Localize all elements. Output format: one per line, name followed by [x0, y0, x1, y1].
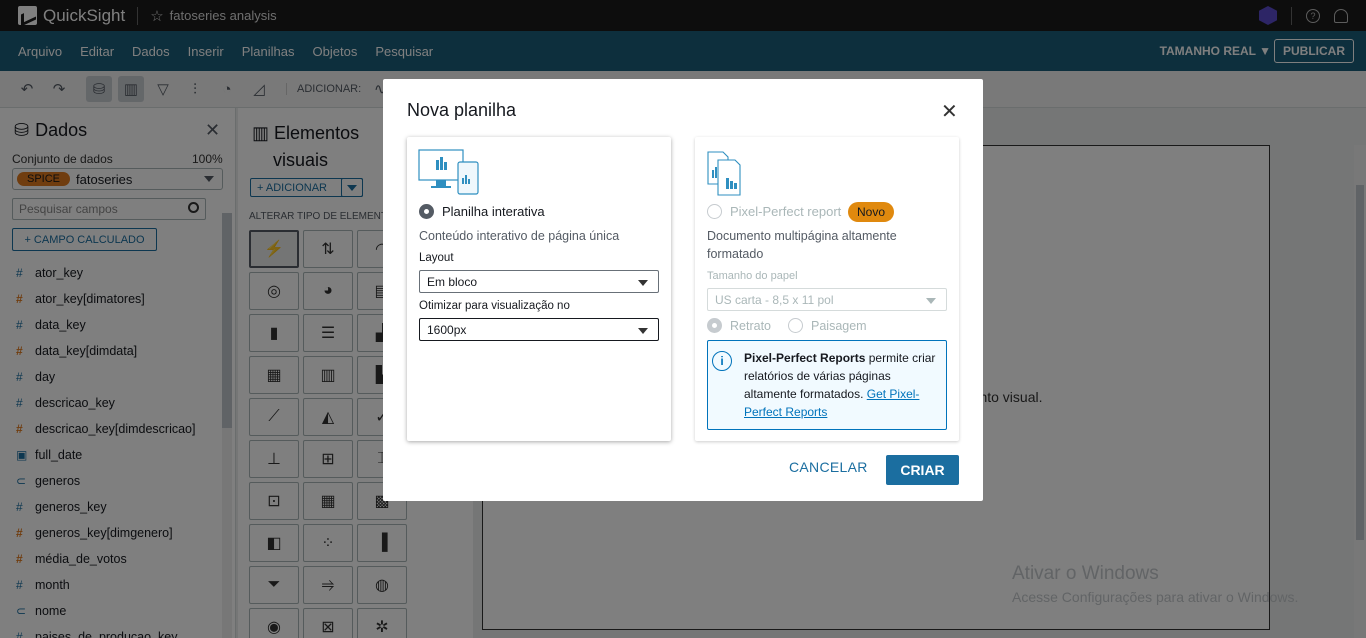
chevron-down-icon: [638, 328, 648, 334]
optimize-value: 1600px: [427, 323, 467, 337]
pixel-perfect-card[interactable]: Pixel-Perfect report Novo Documento mult…: [695, 137, 959, 441]
paper-size-select[interactable]: US carta - 8,5 x 11 pol: [707, 288, 947, 311]
interactive-sheet-radio[interactable]: Planilha interativa: [419, 204, 545, 219]
interactive-sheet-card[interactable]: Planilha interativa Conteúdo interativo …: [407, 137, 671, 441]
info-alert: i Pixel-Perfect Reports permite criar re…: [707, 340, 947, 430]
chevron-down-icon: [926, 298, 936, 304]
radio-selected-icon: [707, 318, 722, 333]
dialog-title: Nova planilha: [407, 100, 517, 120]
info-bold: Pixel-Perfect Reports: [744, 351, 866, 365]
new-badge: Novo: [848, 202, 895, 222]
radio-unselected-icon: [788, 318, 803, 333]
layout-value: Em bloco: [427, 275, 478, 289]
cancel-button[interactable]: CANCELAR: [789, 459, 868, 475]
portrait-label: Retrato: [730, 318, 771, 333]
interactive-sheet-desc: Conteúdo interativo de página única: [419, 229, 620, 243]
portrait-radio[interactable]: Retrato: [707, 318, 771, 333]
info-text: Pixel-Perfect Reports permite criar rela…: [744, 349, 939, 421]
chevron-down-icon: [638, 280, 648, 286]
pixel-perfect-radio[interactable]: Pixel-Perfect report: [707, 204, 841, 219]
info-icon: i: [712, 351, 732, 371]
pixel-perfect-desc: Documento multipágina altamente formatad…: [707, 229, 897, 261]
optimize-select[interactable]: 1600px: [419, 318, 659, 341]
layout-label: Layout: [419, 252, 454, 264]
radio-selected-icon: [419, 204, 434, 219]
pixel-perfect-illustration-icon: [707, 151, 741, 196]
close-icon[interactable]: ✕: [941, 99, 958, 124]
layout-select[interactable]: Em bloco: [419, 270, 659, 293]
interactive-sheet-title: Planilha interativa: [442, 204, 545, 219]
landscape-label: Paisagem: [811, 318, 867, 333]
optimize-label: Otimizar para visualização no: [419, 300, 570, 312]
pixel-perfect-title: Pixel-Perfect report: [730, 204, 842, 219]
paper-size-value: US carta - 8,5 x 11 pol: [715, 293, 834, 307]
interactive-sheet-illustration-icon: [418, 149, 479, 195]
create-button[interactable]: CRIAR: [886, 455, 959, 485]
paper-size-label: Tamanho do papel: [707, 270, 798, 282]
landscape-radio[interactable]: Paisagem: [788, 318, 867, 333]
radio-unselected-icon: [707, 204, 722, 219]
new-sheet-dialog: Nova planilha ✕ Planilha interativa Cont…: [383, 79, 983, 501]
